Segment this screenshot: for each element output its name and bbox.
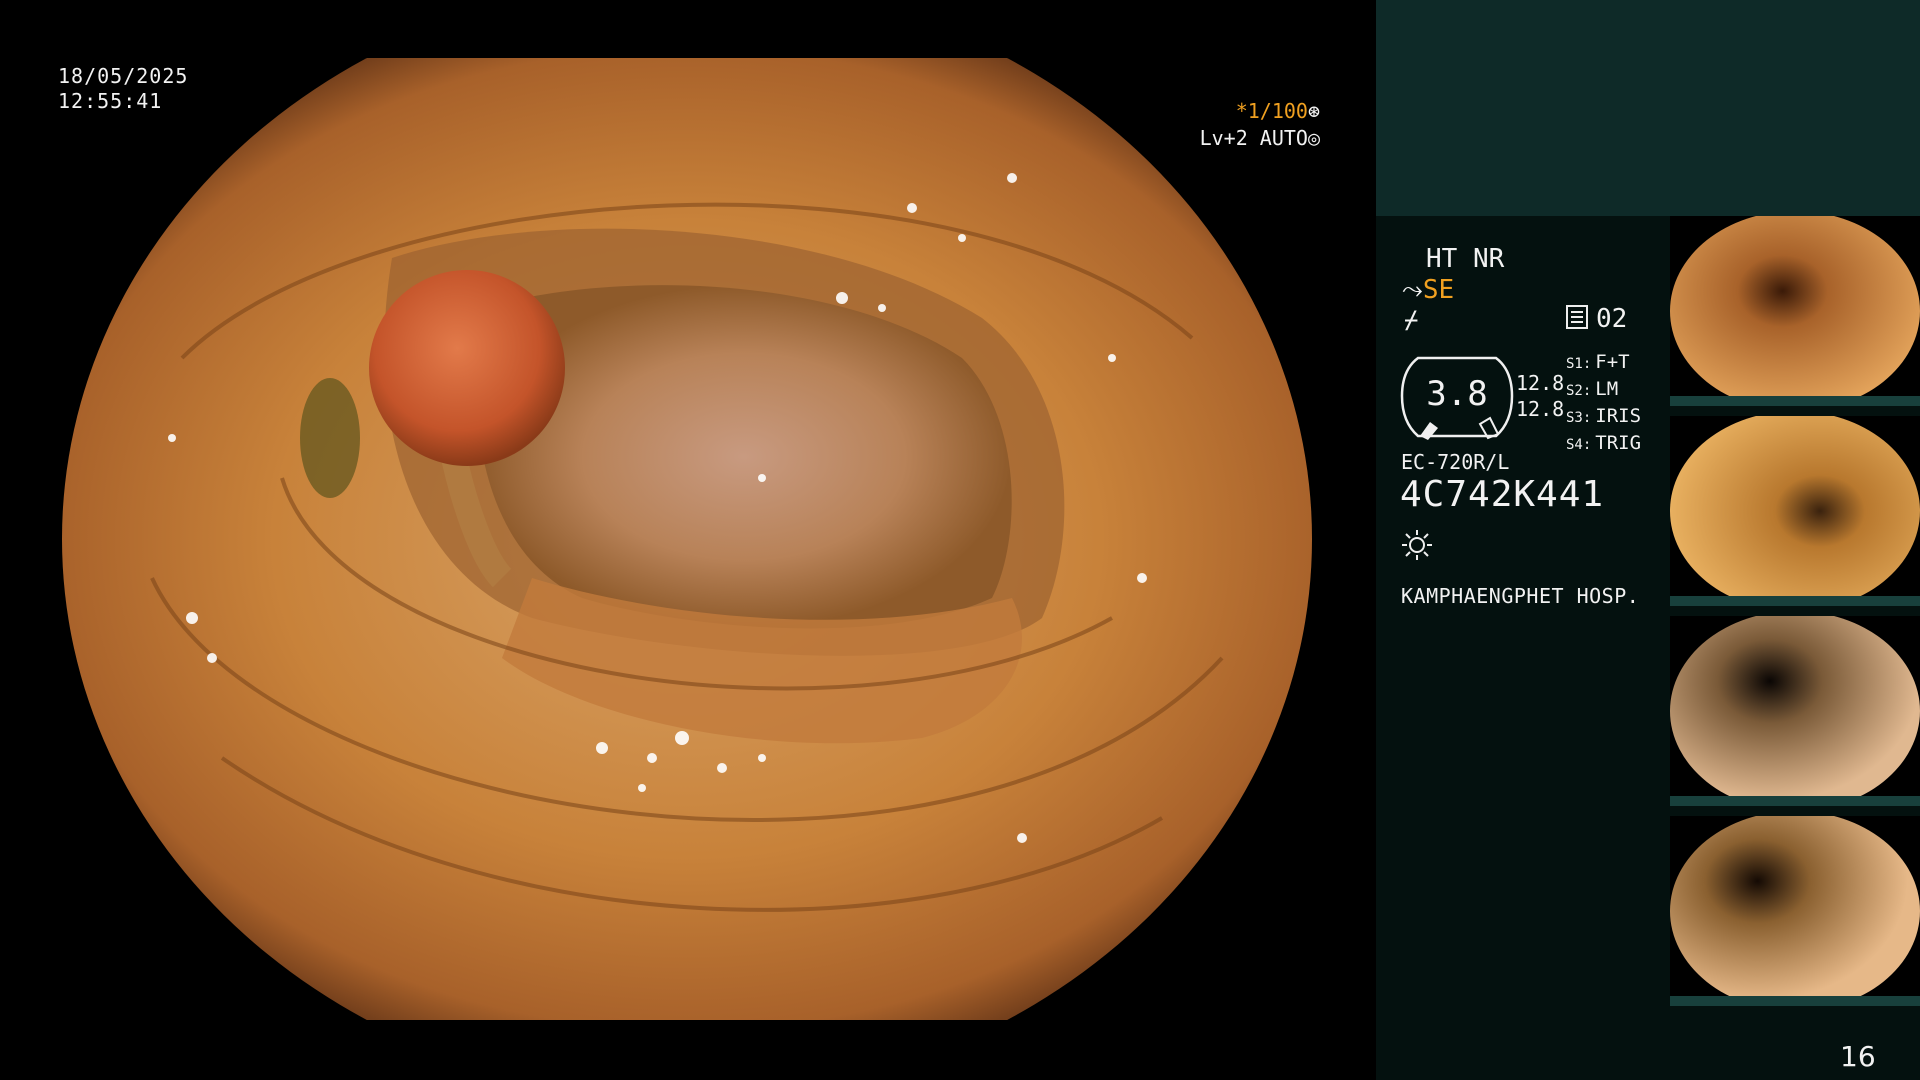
level-value: Lv+2 AUTO: [1199, 126, 1308, 150]
gain-values: 12.8 12.8: [1516, 370, 1564, 422]
switch-row: S3: IRIS: [1566, 405, 1642, 427]
gain-value-2: 12.8: [1516, 397, 1565, 421]
endoscope-main-view: [62, 58, 1312, 1020]
switch-row: S2: LM: [1566, 378, 1619, 400]
switch-assignments: S1: F+T S2: LM S3: IRIS S4: TRIG: [1566, 350, 1641, 458]
thumbnail-caption-strip: [1670, 796, 1920, 806]
auto-iris-icon: ◎: [1307, 126, 1320, 150]
filter-icon: ⌿: [1404, 306, 1419, 334]
thumbnail-image[interactable]: [1670, 216, 1920, 406]
thumbnail-image[interactable]: [1670, 816, 1920, 1006]
thumbnail-image[interactable]: [1670, 616, 1920, 806]
zoom-gauge: 3.8: [1400, 350, 1514, 442]
light-source-icon: [1400, 528, 1434, 562]
scope-model: EC-720R/L: [1401, 450, 1510, 474]
aperture-icon: ⊛: [1307, 99, 1320, 123]
zoom-value: 3.8: [1426, 374, 1487, 414]
thumbnail-image[interactable]: [1670, 416, 1920, 606]
ht-nr-label: HT NR: [1426, 244, 1505, 274]
scope-tip-icon: ⤳: [1402, 275, 1423, 305]
level-readout: Lv+2 AUTO◎: [1150, 126, 1320, 150]
image-count-icon: [1566, 305, 1588, 329]
gain-value-1: 12.8: [1516, 371, 1565, 395]
shutter-value: 1/100: [1247, 99, 1308, 123]
thumbnail-caption-strip: [1670, 396, 1920, 406]
thumbnail-caption-strip: [1670, 596, 1920, 606]
thumbnail-caption-strip: [1670, 996, 1920, 1006]
page-number: 16: [1840, 1040, 1876, 1073]
hospital-name: KAMPHAENGPHET HOSP.: [1401, 584, 1640, 608]
shutter-readout: *1/100⊛: [1196, 99, 1320, 123]
panel-header-area: [1376, 0, 1920, 216]
switch-row: S4: TRIG: [1566, 432, 1642, 454]
date-text: 18/05/2025: [58, 64, 189, 88]
image-count-value: 02: [1596, 304, 1628, 334]
date-time-readout: 18/05/2025 12:55:41: [58, 64, 188, 114]
se-label: SE: [1422, 275, 1455, 305]
switch-row: S1: F+T: [1566, 351, 1630, 373]
image-count: 02: [1566, 304, 1627, 334]
shutter-prefix: *: [1235, 99, 1248, 123]
time-text: 12:55:41: [58, 89, 163, 113]
scope-serial: 4C742K441: [1400, 474, 1605, 515]
se-indicator: ⤳SE: [1402, 275, 1454, 306]
